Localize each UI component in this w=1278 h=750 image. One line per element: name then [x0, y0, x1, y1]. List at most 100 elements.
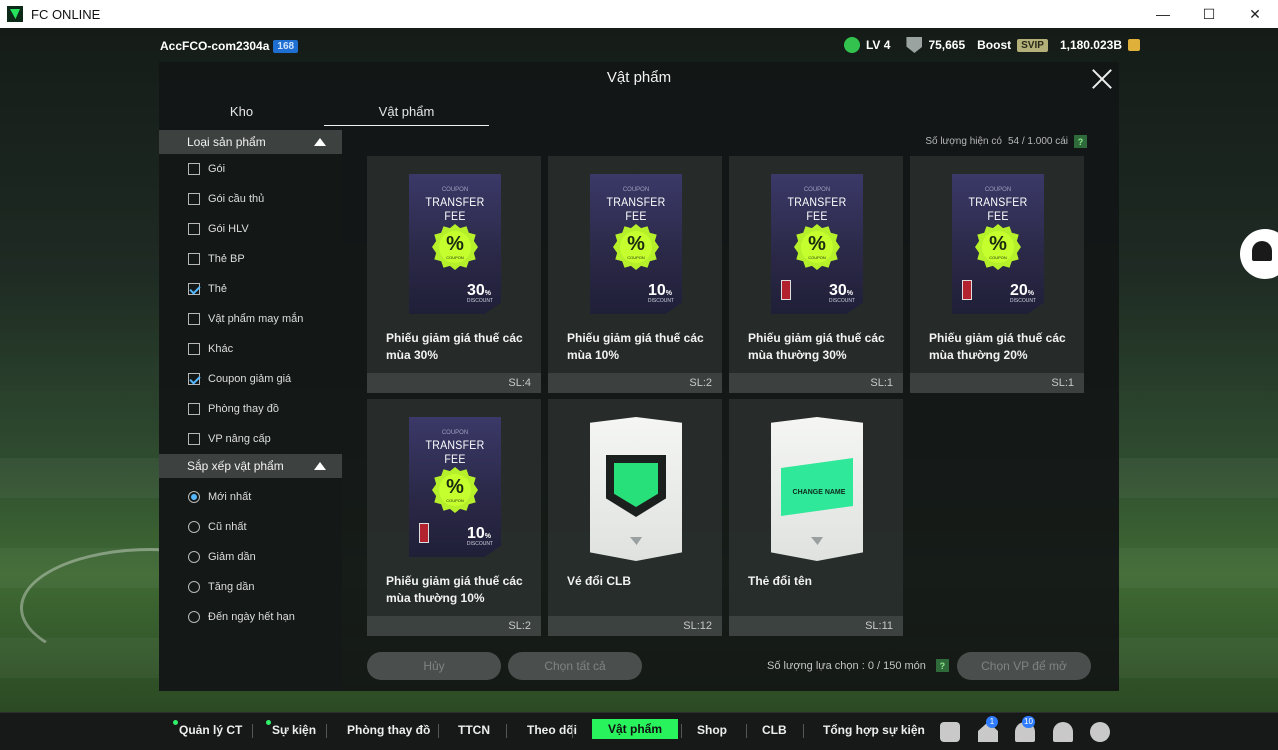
filter-option-label: Coupon giảm giá: [208, 373, 292, 385]
checkbox[interactable]: [188, 343, 200, 355]
chat-icon[interactable]: [940, 722, 960, 742]
filter-option-label: Thẻ BP: [208, 253, 245, 265]
nav-item-6[interactable]: Shop: [697, 723, 727, 737]
filter-option-label: Thẻ: [208, 283, 227, 295]
filter-option[interactable]: Gói: [159, 154, 342, 184]
close-icon[interactable]: [1089, 66, 1115, 92]
item-card[interactable]: CHANGE NAME Thẻ đổi tên SL:11: [729, 399, 903, 636]
discount-unit: %: [484, 533, 491, 540]
discount-label: DISCOUNT: [466, 541, 493, 547]
nav-item-3[interactable]: TTCN: [458, 723, 490, 737]
radio-button[interactable]: [188, 551, 200, 563]
item-quantity: SL:11: [865, 620, 893, 632]
nav-item-1[interactable]: Sự kiện: [266, 720, 316, 737]
checkbox[interactable]: [188, 223, 200, 235]
sort-option[interactable]: Cũ nhất: [159, 512, 342, 542]
item-footer: SL:1: [910, 373, 1084, 393]
nav-item-0[interactable]: Quản lý CT: [173, 720, 242, 737]
radio-button[interactable]: [188, 611, 200, 623]
profile-icon[interactable]: [1053, 722, 1073, 742]
filter-option[interactable]: Thẻ: [159, 274, 342, 304]
filter-sidebar: Loại sản phẩm Gói Gói cầu thủ Gói HLV Thẻ B…: [159, 130, 342, 691]
tab-kho[interactable]: Kho: [159, 100, 324, 126]
nav-separator: [506, 724, 507, 738]
item-card[interactable]: Vé đổi CLB SL:12: [548, 399, 722, 636]
nav-item-5[interactable]: Vật phẩm: [592, 719, 679, 739]
discount-unit: %: [1027, 290, 1034, 297]
discount-number: 30: [828, 282, 847, 299]
discount-label: DISCOUNT: [828, 298, 855, 304]
filter-option-label: Gói HLV: [208, 223, 249, 235]
sort-option[interactable]: Giảm dần: [159, 542, 342, 572]
tab-vat-pham[interactable]: Vật phẩm: [324, 100, 489, 126]
filter-option[interactable]: Phòng thay đồ: [159, 394, 342, 424]
sort-option[interactable]: Tăng dần: [159, 572, 342, 602]
filter-option[interactable]: Gói cầu thủ: [159, 184, 342, 214]
checkbox[interactable]: [188, 313, 200, 325]
radio-button[interactable]: [188, 581, 200, 593]
points-shield-icon: [906, 37, 923, 53]
checkbox[interactable]: [188, 163, 200, 175]
filter-option[interactable]: Coupon giảm giá: [159, 364, 342, 394]
open-selected-button[interactable]: Chọn VP để mở: [957, 652, 1091, 680]
discount-label: DISCOUNT: [1009, 298, 1036, 304]
filter-option-label: VP nâng cấp: [208, 433, 271, 445]
window-controls: — ☐ ✕: [1140, 0, 1278, 28]
filter-option[interactable]: VP nâng cấp: [159, 424, 342, 454]
account-name: AccFCO-com2304a: [160, 39, 270, 53]
help-icon[interactable]: ?: [1074, 135, 1087, 148]
checkbox[interactable]: [188, 193, 200, 205]
item-quantity: SL:1: [870, 377, 893, 389]
percent-sign: %: [627, 233, 645, 255]
filter-option[interactable]: Khác: [159, 334, 342, 364]
transfer-fee-coupon-image: COUPON TRANSFER FEE% COUPON 20% DISCOUNT: [952, 174, 1044, 314]
item-card[interactable]: COUPON TRANSFER FEE% COUPON 10% DISCOUNT Phiế…: [548, 156, 722, 393]
svip-badge: SVIP: [1017, 38, 1048, 52]
filter-section-header[interactable]: Loại sản phẩm: [159, 130, 342, 154]
nav-item-7[interactable]: CLB: [762, 723, 787, 737]
coin-icon: [1128, 39, 1140, 51]
percent-sign: %: [808, 233, 826, 255]
checkbox[interactable]: [188, 433, 200, 445]
close-window-button[interactable]: ✕: [1232, 0, 1278, 28]
select-all-button[interactable]: Chọn tất cả: [508, 652, 642, 680]
maximize-button[interactable]: ☐: [1186, 0, 1232, 28]
fc-mini-logo-icon: [811, 537, 823, 545]
item-card[interactable]: COUPON TRANSFER FEE% COUPON 20% DISCOUNT Phiế…: [910, 156, 1084, 393]
item-name: Vé đổi CLB: [567, 574, 632, 588]
item-card[interactable]: COUPON TRANSFER FEE% COUPON 30% DISCOUNT Phiế…: [729, 156, 903, 393]
filter-option[interactable]: Vật phẩm may mắn: [159, 304, 342, 334]
checkbox[interactable]: [188, 283, 200, 295]
item-quantity: SL:4: [508, 377, 531, 389]
nav-item-8[interactable]: Tổng hợp sự kiện: [823, 723, 925, 737]
cancel-button[interactable]: Hủy: [367, 652, 501, 680]
nav-item-4[interactable]: Theo dõi: [527, 723, 577, 737]
item-name: Thẻ đổi tên: [748, 574, 812, 588]
sort-option-label: Đến ngày hết hạn: [208, 611, 295, 623]
collapse-triangle-icon[interactable]: [314, 138, 326, 146]
transfer-fee-coupon-image: COUPON TRANSFER FEE% COUPON 10% DISCOUNT: [590, 174, 682, 314]
filter-option[interactable]: Gói HLV: [159, 214, 342, 244]
minimize-button[interactable]: —: [1140, 0, 1186, 28]
checkbox[interactable]: [188, 373, 200, 385]
sort-section-header[interactable]: Sắp xếp vật phẩm: [159, 454, 342, 478]
item-footer: SL:2: [548, 373, 722, 393]
collapse-triangle-icon[interactable]: [314, 462, 326, 470]
sort-option[interactable]: Mới nhất: [159, 482, 342, 512]
radio-button[interactable]: [188, 521, 200, 533]
filter-option-label: Phòng thay đồ: [208, 403, 279, 415]
sort-option[interactable]: Đến ngày hết hạn: [159, 602, 342, 632]
player-stats: LV 4 75,665 Boost SVIP 1,180.023B: [843, 37, 1140, 53]
item-card[interactable]: COUPON TRANSFER FEE% COUPON 10% DISCOUNT Phiế…: [367, 399, 541, 636]
help-icon[interactable]: ?: [935, 659, 949, 672]
settings-gear-icon[interactable]: [1090, 722, 1110, 742]
checkbox[interactable]: [188, 403, 200, 415]
top-status-bar: AccFCO-com2304a 168 LV 4 75,665 Boost SV…: [0, 34, 1278, 58]
item-card[interactable]: COUPON TRANSFER FEE% COUPON 30% DISCOUNT Phiế…: [367, 156, 541, 393]
percent-badge-sub: COUPON: [989, 255, 1007, 260]
coupon-small-label: COUPON: [984, 187, 1012, 193]
checkbox[interactable]: [188, 253, 200, 265]
nav-item-2[interactable]: Phòng thay đồ: [347, 723, 430, 737]
radio-button[interactable]: [188, 491, 200, 503]
filter-option[interactable]: Thẻ BP: [159, 244, 342, 274]
